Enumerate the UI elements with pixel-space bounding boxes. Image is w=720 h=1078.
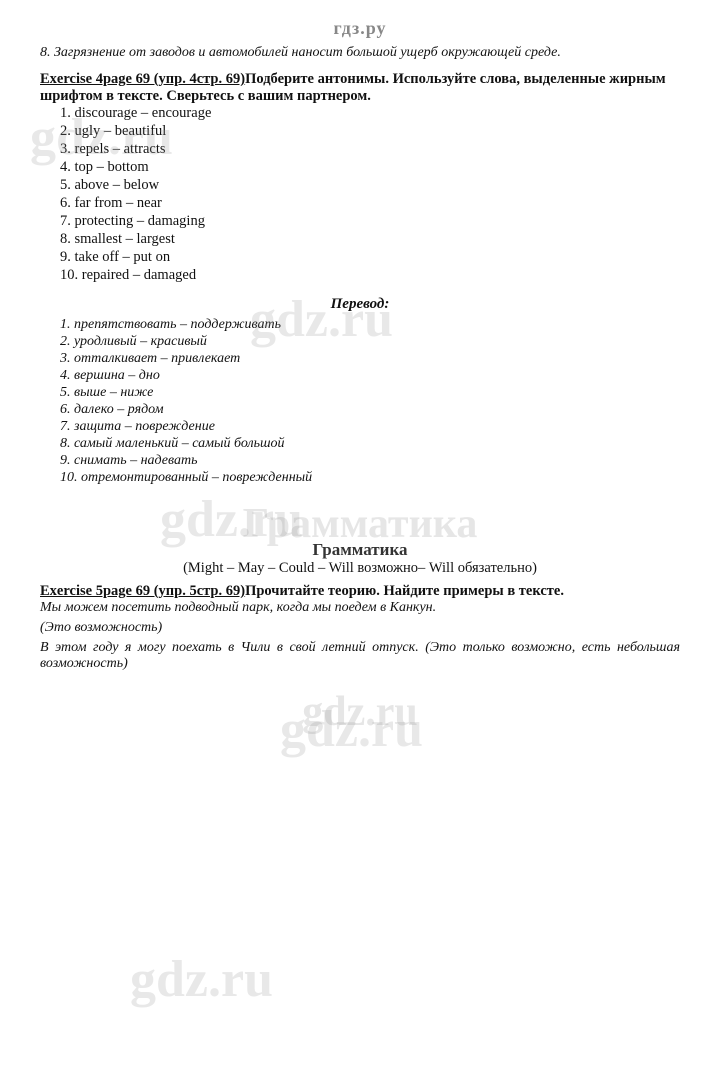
perevod-item: 1. препятствовать – поддерживать (60, 317, 680, 333)
perevod-item: 2. уродливый – красивый (60, 334, 680, 350)
perevod-item: 8. самый маленький – самый большой (60, 436, 680, 452)
grammar-subheading: (Might – May – Could – Will возможно– Wi… (40, 560, 680, 577)
exercise5-text2: В этом году я могу поехать в Чили в свой… (40, 640, 680, 672)
exercise4-title: Exercise 4page 69 (упр. 4стр. 69) (40, 71, 245, 87)
exercise5-text1: Мы можем посетить подводный парк, когда … (40, 600, 680, 616)
watermark-top: гдз.ру (40, 18, 680, 39)
list-item: 7. protecting – damaging (60, 213, 680, 230)
list-item: 5. above – below (60, 177, 680, 194)
perevod-item: 10. отремонтированный – поврежденный (60, 470, 680, 486)
list-item: 9. take off – put on (60, 249, 680, 266)
watermark-bottom: gdz.ru (40, 688, 680, 736)
list-item: 3. repels – attracts (60, 141, 680, 158)
exercise5-text1b: (Это возможность) (40, 620, 680, 636)
list-item: 1. discourage – encourage (60, 105, 680, 122)
list-item: 4. top – bottom (60, 159, 680, 176)
grammar-section: Грамматика Грамматика (Might – May – Cou… (40, 500, 680, 577)
exercise5-instruction: Прочитайте теорию. Найдите примеры в тек… (245, 583, 564, 599)
perevod-item: 9. снимать – надевать (60, 453, 680, 469)
list-item: 8. smallest – largest (60, 231, 680, 248)
perevod-item: 3. отталкивает – привлекает (60, 351, 680, 367)
perevod-title: Перевод: (40, 296, 680, 313)
watermark-bottom-text: gdz.ru (302, 689, 418, 735)
section-8-text: 8. Загрязнение от заводов и автомобилей … (40, 45, 680, 61)
exercise4-list: 1. discourage – encourage 2. ugly – beau… (40, 105, 680, 284)
perevod-item: 7. защита – повреждение (60, 419, 680, 435)
perevod-list: 1. препятствовать – поддерживать 2. урод… (40, 317, 680, 486)
exercise4-title-block: Exercise 4page 69 (упр. 4стр. 69)Подбери… (40, 71, 680, 105)
perevod-item: 5. выше – ниже (60, 385, 680, 401)
list-item: 6. far from – near (60, 195, 680, 212)
exercise5-title: Exercise 5page 69 (упр. 5стр. 69) (40, 583, 245, 599)
grammar-heading: Грамматика (40, 540, 680, 560)
perevod-item: 6. далеко – рядом (60, 402, 680, 418)
list-item: 10. repaired – damaged (60, 267, 680, 284)
list-item: 2. ugly – beautiful (60, 123, 680, 140)
perevod-item: 4. вершина – дно (60, 368, 680, 384)
exercise5-title-block: Exercise 5page 69 (упр. 5стр. 69)Прочита… (40, 583, 680, 600)
watermark-big-5: gdz.ru (130, 950, 273, 1009)
